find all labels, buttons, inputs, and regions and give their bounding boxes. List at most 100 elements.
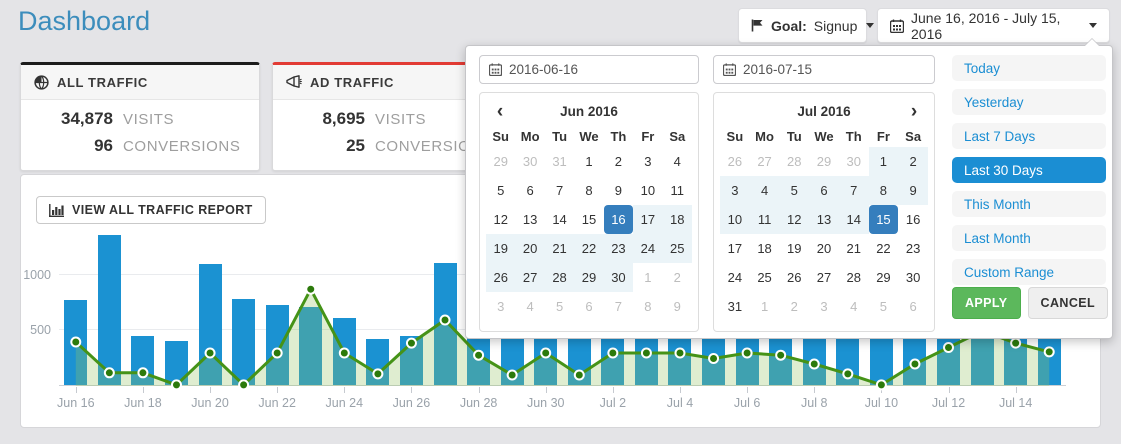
goal-dropdown-button[interactable]: Goal: Signup [738, 8, 867, 43]
range-option-yesterday[interactable]: Yesterday [952, 89, 1106, 115]
calendar-day[interactable]: 11 [750, 205, 780, 234]
calendar-day[interactable]: 30 [839, 147, 869, 176]
calendar-day[interactable]: 2 [604, 147, 633, 176]
calendar-day[interactable]: 21 [545, 234, 574, 263]
calendar-day[interactable]: 29 [809, 147, 839, 176]
calendar-day[interactable]: 5 [869, 292, 899, 321]
calendar-day[interactable]: 1 [750, 292, 780, 321]
calendar-day[interactable]: 6 [809, 176, 839, 205]
calendar-day[interactable]: 14 [545, 205, 574, 234]
calendar-day[interactable]: 22 [869, 234, 899, 263]
calendar-day[interactable]: 7 [604, 292, 633, 321]
calendar-day[interactable]: 19 [486, 234, 515, 263]
calendar-day[interactable]: 28 [545, 263, 574, 292]
calendar-day[interactable]: 26 [486, 263, 515, 292]
calendar-day[interactable]: 8 [869, 176, 899, 205]
calendar-day[interactable]: 26 [720, 147, 750, 176]
calendar-day[interactable]: 6 [515, 176, 544, 205]
calendar-day[interactable]: 1 [574, 147, 603, 176]
calendar-day[interactable]: 4 [515, 292, 544, 321]
calendar-day[interactable]: 16 [604, 205, 633, 234]
calendar-day[interactable]: 18 [663, 205, 692, 234]
calendar-day[interactable]: 11 [663, 176, 692, 205]
calendar-day[interactable]: 2 [898, 147, 928, 176]
calendar-day[interactable]: 21 [839, 234, 869, 263]
calendar-day[interactable]: 1 [633, 263, 662, 292]
calendar-day[interactable]: 30 [898, 263, 928, 292]
end-date-input[interactable]: 2016-07-15 [713, 55, 935, 84]
calendar-day[interactable]: 4 [663, 147, 692, 176]
range-option-last-7-days[interactable]: Last 7 Days [952, 123, 1106, 149]
calendar-day[interactable]: 3 [809, 292, 839, 321]
view-all-traffic-report-button[interactable]: VIEW ALL TRAFFIC REPORT [36, 196, 266, 224]
calendar-day[interactable]: 22 [574, 234, 603, 263]
calendar-day[interactable]: 28 [779, 147, 809, 176]
calendar-day[interactable]: 20 [515, 234, 544, 263]
calendar-day[interactable]: 9 [604, 176, 633, 205]
calendar-day[interactable]: 7 [839, 176, 869, 205]
calendar-day[interactable]: 31 [545, 147, 574, 176]
calendar-day[interactable]: 14 [839, 205, 869, 234]
next-month-button[interactable]: › [902, 98, 926, 125]
calendar-day[interactable]: 23 [898, 234, 928, 263]
calendar-day[interactable]: 26 [779, 263, 809, 292]
calendar-day[interactable]: 6 [898, 292, 928, 321]
calendar-day[interactable]: 19 [779, 234, 809, 263]
calendar-day[interactable]: 12 [779, 205, 809, 234]
calendar-day[interactable]: 24 [633, 234, 662, 263]
apply-button[interactable]: APPLY [952, 287, 1021, 319]
calendar-day[interactable]: 29 [574, 263, 603, 292]
calendar-day[interactable]: 17 [633, 205, 662, 234]
calendar-day[interactable]: 17 [720, 234, 750, 263]
range-option-custom-range[interactable]: Custom Range [952, 259, 1106, 285]
calendar-day[interactable]: 4 [839, 292, 869, 321]
calendar-day[interactable]: 31 [720, 292, 750, 321]
calendar-day[interactable]: 29 [486, 147, 515, 176]
date-range-button[interactable]: June 16, 2016 - July 15, 2016 [877, 8, 1110, 43]
start-date-input[interactable]: 2016-06-16 [479, 55, 699, 84]
calendar-day[interactable]: 15 [574, 205, 603, 234]
calendar-day[interactable]: 12 [486, 205, 515, 234]
calendar-day[interactable]: 6 [574, 292, 603, 321]
calendar-day[interactable]: 15 [869, 205, 899, 234]
calendar-day[interactable]: 27 [750, 147, 780, 176]
range-option-last-30-days[interactable]: Last 30 Days [952, 157, 1106, 183]
calendar-day[interactable]: 13 [809, 205, 839, 234]
calendar-day[interactable]: 25 [663, 234, 692, 263]
calendar-day[interactable]: 27 [515, 263, 544, 292]
calendar-day[interactable]: 24 [720, 263, 750, 292]
calendar-day[interactable]: 9 [898, 176, 928, 205]
calendar-day[interactable]: 16 [898, 205, 928, 234]
calendar-day[interactable]: 7 [545, 176, 574, 205]
calendar-day[interactable]: 2 [779, 292, 809, 321]
calendar-day[interactable]: 5 [486, 176, 515, 205]
calendar-day[interactable]: 20 [809, 234, 839, 263]
range-option-this-month[interactable]: This Month [952, 191, 1106, 217]
calendar-day[interactable]: 4 [750, 176, 780, 205]
calendar-day[interactable]: 30 [604, 263, 633, 292]
calendar-day[interactable]: 10 [720, 205, 750, 234]
calendar-day[interactable]: 5 [545, 292, 574, 321]
calendar-day[interactable]: 29 [869, 263, 899, 292]
cancel-button[interactable]: CANCEL [1028, 287, 1108, 319]
calendar-day[interactable]: 2 [663, 263, 692, 292]
calendar-day[interactable]: 13 [515, 205, 544, 234]
calendar-day[interactable]: 1 [869, 147, 899, 176]
calendar-day[interactable]: 25 [750, 263, 780, 292]
calendar-day[interactable]: 3 [720, 176, 750, 205]
prev-month-button[interactable]: ‹ [488, 98, 512, 125]
calendar-day[interactable]: 3 [486, 292, 515, 321]
range-option-today[interactable]: Today [952, 55, 1106, 81]
calendar-day[interactable]: 27 [809, 263, 839, 292]
calendar-day[interactable]: 9 [663, 292, 692, 321]
calendar-day[interactable]: 5 [779, 176, 809, 205]
calendar-day[interactable]: 8 [574, 176, 603, 205]
range-option-last-month[interactable]: Last Month [952, 225, 1106, 251]
calendar-day[interactable]: 3 [633, 147, 662, 176]
calendar-day[interactable]: 10 [633, 176, 662, 205]
calendar-day[interactable]: 30 [515, 147, 544, 176]
calendar-day[interactable]: 23 [604, 234, 633, 263]
calendar-day[interactable]: 18 [750, 234, 780, 263]
calendar-day[interactable]: 8 [633, 292, 662, 321]
calendar-day[interactable]: 28 [839, 263, 869, 292]
